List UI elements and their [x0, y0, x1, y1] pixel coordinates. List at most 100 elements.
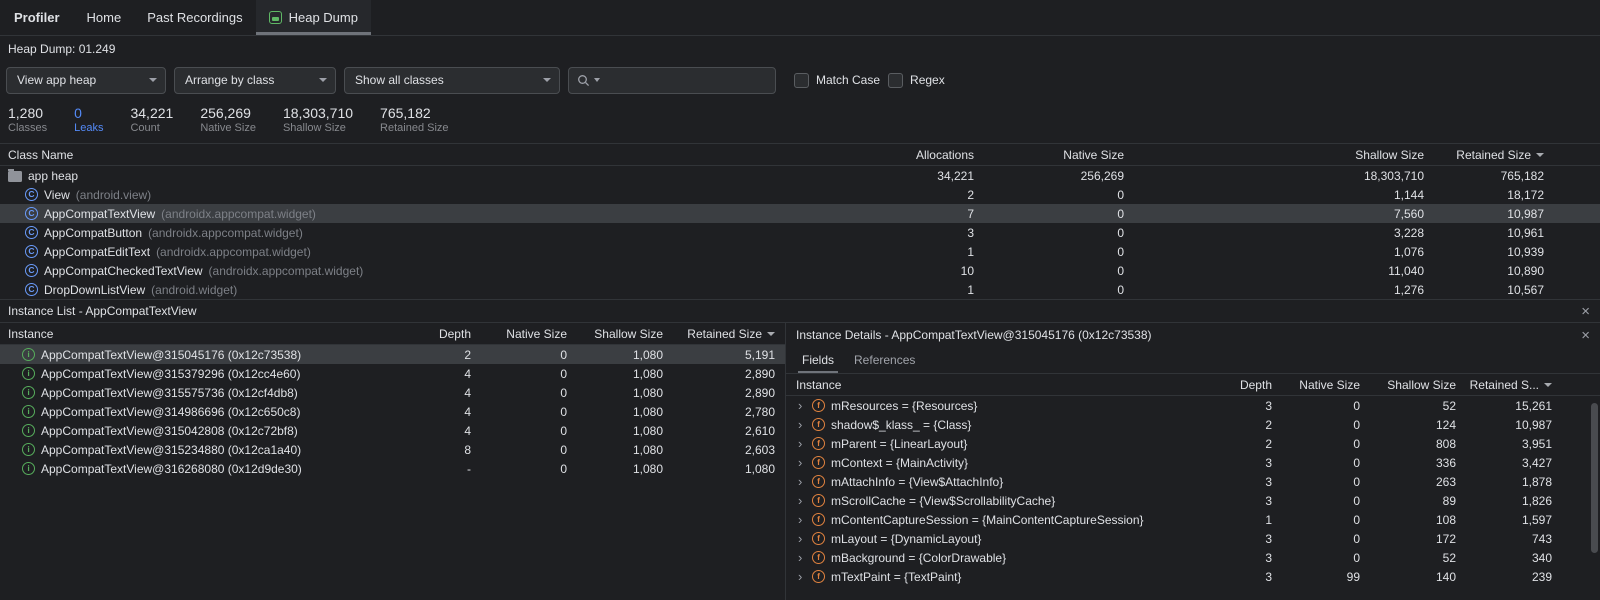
instance-row[interactable]: AppCompatTextView@316268080 (0x12d9de30)… [0, 459, 785, 478]
col-retained-size[interactable]: Retained Size [663, 327, 775, 341]
expand-chevron-icon[interactable] [798, 456, 806, 469]
field-label: mParent = {LinearLayout} [831, 437, 967, 451]
class-row[interactable]: AppCompatEditText (androidx.appcompat.wi… [0, 242, 1600, 261]
class-name-cell: AppCompatButton (androidx.appcompat.widg… [0, 226, 854, 240]
retained-size-cell: 239 [1456, 570, 1552, 584]
expand-chevron-icon[interactable] [798, 532, 806, 545]
tab-heap-dump[interactable]: Heap Dump [256, 0, 371, 35]
class-name: AppCompatButton [44, 226, 142, 240]
field-icon [812, 494, 825, 507]
retained-size-cell: 3,427 [1456, 456, 1552, 470]
tab-past-recordings[interactable]: Past Recordings [134, 0, 255, 35]
field-row[interactable]: mContext = {MainActivity} 3 0 336 3,427 [786, 453, 1600, 472]
instance-name-cell: AppCompatTextView@315045176 (0x12c73538) [0, 348, 407, 362]
instance-row[interactable]: AppCompatTextView@315379296 (0x12cc4e60)… [0, 364, 785, 383]
expand-chevron-icon[interactable] [798, 418, 806, 431]
close-icon[interactable] [1581, 328, 1590, 343]
depth-cell: 3 [1182, 456, 1272, 470]
instance-row[interactable]: AppCompatTextView@315234880 (0x12ca1a40)… [0, 440, 785, 459]
class-package: (androidx.appcompat.widget) [148, 226, 303, 240]
field-row[interactable]: mContentCaptureSession = {MainContentCap… [786, 510, 1600, 529]
col-class-name[interactable]: Class Name [0, 148, 854, 162]
instance-row[interactable]: AppCompatTextView@314986696 (0x12c650c8)… [0, 402, 785, 421]
field-row[interactable]: shadow$_klass_ = {Class} 2 0 124 10,987 [786, 415, 1600, 434]
col-allocations[interactable]: Allocations [854, 148, 974, 162]
arrange-select[interactable]: Arrange by class [174, 67, 336, 94]
instance-row[interactable]: AppCompatTextView@315042808 (0x12c72bf8)… [0, 421, 785, 440]
retained-size-cell: 10,987 [1424, 207, 1544, 221]
col-native-size[interactable]: Native Size [974, 148, 1124, 162]
field-row[interactable]: mAttachInfo = {View$AttachInfo} 3 0 263 … [786, 472, 1600, 491]
class-name-cell: AppCompatTextView (androidx.appcompat.wi… [0, 207, 854, 221]
depth-cell: 2 [407, 348, 471, 362]
field-row[interactable]: mTextPaint = {TextPaint} 3 99 140 239 [786, 567, 1600, 586]
class-icon [25, 245, 38, 258]
shallow-size-cell: 1,076 [1124, 245, 1424, 259]
col-depth[interactable]: Depth [407, 327, 471, 341]
class-filter-select[interactable]: Show all classes [344, 67, 560, 94]
field-row[interactable]: mResources = {Resources} 3 0 52 15,261 [786, 396, 1600, 415]
instance-name-cell: AppCompatTextView@315234880 (0x12ca1a40) [0, 443, 407, 457]
field-row[interactable]: mBackground = {ColorDrawable} 3 0 52 340 [786, 548, 1600, 567]
native-size-cell: 0 [974, 283, 1124, 297]
native-size-cell: 0 [1272, 551, 1360, 565]
retained-size-cell: 10,890 [1424, 264, 1544, 278]
regex-checkbox[interactable]: Regex [888, 73, 945, 88]
class-row[interactable]: AppCompatCheckedTextView (androidx.appco… [0, 261, 1600, 280]
search-input[interactable] [568, 67, 776, 94]
expand-chevron-icon[interactable] [798, 475, 806, 488]
field-row[interactable]: mLayout = {DynamicLayout} 3 0 172 743 [786, 529, 1600, 548]
expand-chevron-icon[interactable] [798, 570, 806, 583]
class-filter-value: Show all classes [355, 73, 444, 87]
field-row[interactable]: mParent = {LinearLayout} 2 0 808 3,951 [786, 434, 1600, 453]
class-row[interactable]: View (android.view) 2 0 1,144 18,172 [0, 185, 1600, 204]
col-retained-size[interactable]: Retained Size [1424, 148, 1544, 162]
tab-references[interactable]: References [844, 347, 925, 373]
tab-home-label: Home [87, 10, 122, 25]
field-row[interactable]: mScrollCache = {View$ScrollabilityCache}… [786, 491, 1600, 510]
class-row[interactable]: AppCompatButton (androidx.appcompat.widg… [0, 223, 1600, 242]
class-package: (android.widget) [151, 283, 237, 297]
expand-chevron-icon[interactable] [798, 494, 806, 507]
depth-cell: 3 [1182, 570, 1272, 584]
retained-size-cell: 15,261 [1456, 399, 1552, 413]
col-shallow-size[interactable]: Shallow Size [567, 327, 663, 341]
shallow-size-cell: 1,080 [567, 386, 663, 400]
col-instance[interactable]: Instance [786, 378, 1182, 392]
stat-value: 1,280 [8, 104, 47, 122]
expand-chevron-icon[interactable] [798, 551, 806, 564]
class-icon [25, 283, 38, 296]
scrollbar-thumb[interactable] [1591, 403, 1598, 553]
match-case-checkbox[interactable]: Match Case [794, 73, 880, 88]
col-shallow-size[interactable]: Shallow Size [1124, 148, 1424, 162]
expand-chevron-icon[interactable] [798, 399, 806, 412]
col-native-size[interactable]: Native Size [1272, 378, 1360, 392]
close-icon[interactable] [1581, 304, 1590, 319]
class-name-cell: app heap [0, 169, 854, 183]
col-shallow-size[interactable]: Shallow Size [1360, 378, 1456, 392]
expand-chevron-icon[interactable] [798, 513, 806, 526]
col-instance[interactable]: Instance [0, 327, 407, 341]
class-row[interactable]: AppCompatTextView (androidx.appcompat.wi… [0, 204, 1600, 223]
class-icon [25, 264, 38, 277]
expand-chevron-icon[interactable] [798, 437, 806, 450]
instance-row[interactable]: AppCompatTextView@315045176 (0x12c73538)… [0, 345, 785, 364]
tab-home[interactable]: Home [74, 0, 135, 35]
stat-value: 0 [74, 104, 103, 122]
col-depth[interactable]: Depth [1182, 378, 1272, 392]
tab-fields[interactable]: Fields [792, 347, 844, 373]
stat: 18,303,710 Shallow Size [283, 104, 353, 135]
col-native-size[interactable]: Native Size [471, 327, 567, 341]
instance-row[interactable]: AppCompatTextView@315575736 (0x12cf4db8)… [0, 383, 785, 402]
shallow-size-cell: 1,080 [567, 367, 663, 381]
shallow-size-cell: 18,303,710 [1124, 169, 1424, 183]
retained-size-cell: 2,890 [663, 367, 775, 381]
class-name-cell: AppCompatEditText (androidx.appcompat.wi… [0, 245, 854, 259]
session-label: Heap Dump: 01.249 [8, 42, 115, 56]
class-row[interactable]: DropDownListView (android.widget) 1 0 1,… [0, 280, 1600, 299]
class-row[interactable]: app heap 34,221 256,269 18,303,710 765,1… [0, 166, 1600, 185]
heap-scope-select[interactable]: View app heap [6, 67, 166, 94]
native-size-cell: 0 [1272, 494, 1360, 508]
col-retained-size[interactable]: Retained S... [1456, 378, 1552, 392]
native-size-cell: 0 [471, 462, 567, 476]
